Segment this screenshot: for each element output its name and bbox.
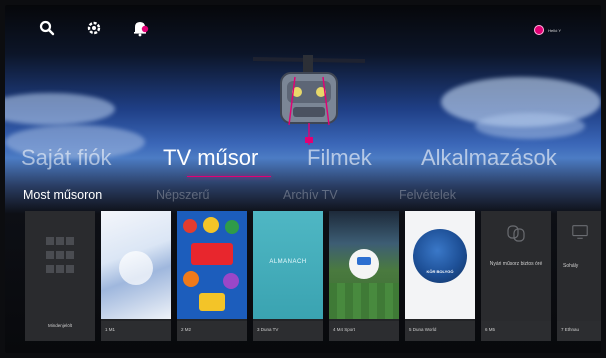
active-tab-indicator: [187, 176, 271, 177]
tile-label: 1 M1: [105, 327, 116, 332]
tv-icon: [572, 225, 588, 239]
top-bar: Helló Y: [5, 5, 601, 51]
channel-thumbnail: Sohály: [557, 211, 601, 319]
tv-home-screen: Helló Y Saját fiók TV műsor Filmek Alkal…: [5, 5, 601, 353]
sub-navigation: Most műsoron Népszerű Archív TV Felvétel…: [5, 185, 601, 207]
helicopter-robot-illustration: [253, 55, 365, 145]
channel-tile-ethnau[interactable]: Sohály 7 Ethnau: [557, 211, 601, 341]
tile-label: 2 M2: [181, 327, 192, 332]
thumb-text: ALMANACH: [269, 259, 307, 265]
channel-thumbnail: KÖR BOLYGÓ: [405, 211, 475, 319]
channel-tile-duna-world[interactable]: KÖR BOLYGÓ 5 Duna World: [405, 211, 475, 341]
thumb-text: KÖR BOLYGÓ: [426, 269, 454, 274]
tile-label: 5 Duna World: [409, 327, 437, 332]
tile-label: 4 M4 Sport: [333, 327, 356, 332]
channel-tile-m4-sport[interactable]: 4 M4 Sport: [329, 211, 399, 341]
tile-label: 3 Duna TV: [257, 327, 279, 332]
thumb-text: Sohály: [563, 263, 579, 269]
cloud-left: [5, 93, 115, 125]
channel-tile-m2[interactable]: 2 M2: [177, 211, 247, 341]
channel-tile-m1[interactable]: 1 M1: [101, 211, 171, 341]
sub-nav-felvételek[interactable]: Felvételek: [399, 188, 456, 202]
channel-thumbnail: [177, 211, 247, 319]
main-nav-saját-fiók[interactable]: Saját fiók: [21, 145, 112, 171]
all-channels-tile[interactable]: Mindenjelölt: [25, 211, 95, 341]
sub-nav-archív-tv[interactable]: Archív TV: [283, 188, 338, 202]
notification-bell-icon[interactable]: [131, 19, 149, 37]
main-navigation: Saját fiók TV műsor Filmek Alkalmazások: [5, 141, 601, 181]
tile-label: 6 M5: [485, 327, 496, 332]
sub-nav-népszerű[interactable]: Népszerű: [156, 188, 210, 202]
channel-thumbnail: [101, 211, 171, 319]
grid-icon: [46, 237, 74, 277]
channel-tile-duna-tv[interactable]: ALMANACH 3 Duna TV: [253, 211, 323, 341]
main-nav-alkalmazások[interactable]: Alkalmazások: [421, 145, 557, 171]
channel-thumbnail: ALMANACH: [253, 211, 323, 319]
main-nav-filmek[interactable]: Filmek: [307, 145, 372, 171]
channel-thumbnail: Nyári műsorz biztos óré: [481, 211, 551, 319]
profile-name: Helló Y: [548, 27, 561, 33]
channel-thumbnail: [329, 211, 399, 319]
masks-icon: [507, 225, 525, 242]
channel-tiles: Mindenjelölt 1 M1 2 M2 ALMANACH 3 Duna T…: [21, 211, 601, 341]
tile-label: 7 Ethnau: [561, 327, 580, 332]
settings-icon[interactable]: [85, 19, 103, 37]
sub-nav-most-műsoron[interactable]: Most műsoron: [23, 188, 102, 202]
cloud-right-small: [475, 113, 585, 139]
profile-button[interactable]: Helló Y: [534, 25, 561, 35]
avatar: [534, 25, 545, 35]
tile-label: Mindenjelölt: [47, 323, 72, 328]
thumb-text: Nyári műsorz biztos óré: [489, 261, 543, 267]
channel-tile-m5[interactable]: Nyári műsorz biztos óré 6 M5: [481, 211, 551, 341]
search-icon[interactable]: [38, 19, 56, 37]
main-nav-tv-műsor[interactable]: TV műsor: [163, 145, 258, 171]
